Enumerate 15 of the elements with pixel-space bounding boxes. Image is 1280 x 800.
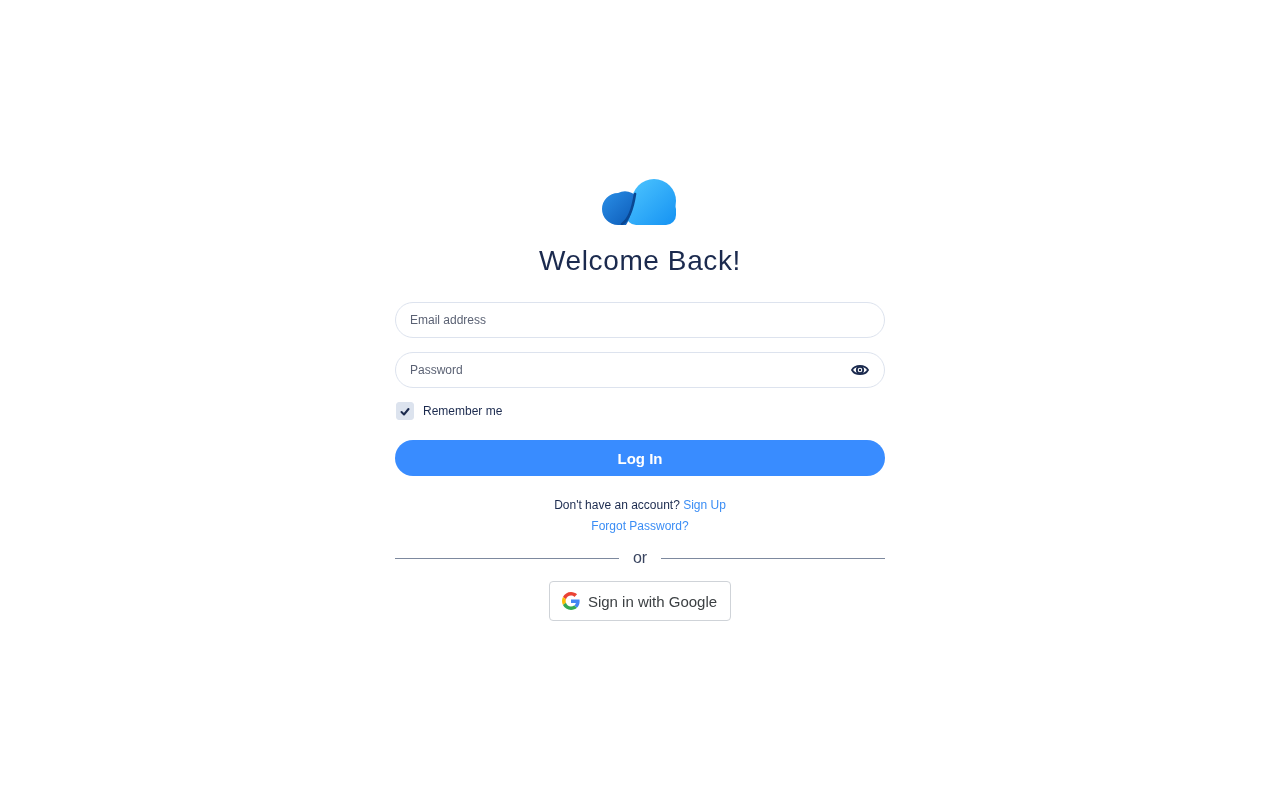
forgot-password-link[interactable]: Forgot Password? — [591, 518, 689, 534]
signup-prompt: Don't have an account? Sign Up — [554, 497, 726, 513]
cloud-icon — [602, 179, 678, 225]
page-title: Welcome Back! — [539, 244, 741, 278]
check-icon — [400, 406, 410, 416]
divider-label: or — [631, 548, 649, 568]
password-field[interactable]: Password — [395, 352, 885, 388]
google-sign-in-button[interactable]: Sign in with Google — [548, 581, 732, 621]
login-button[interactable]: Log In — [395, 440, 885, 476]
remember-label: Remember me — [423, 404, 503, 418]
email-field[interactable]: Email address — [395, 302, 885, 338]
eye-icon[interactable] — [851, 363, 869, 377]
g-logo-icon — [561, 592, 580, 610]
remember-checkbox[interactable] — [396, 402, 414, 420]
sign-up-link[interactable]: Sign Up — [683, 498, 726, 512]
